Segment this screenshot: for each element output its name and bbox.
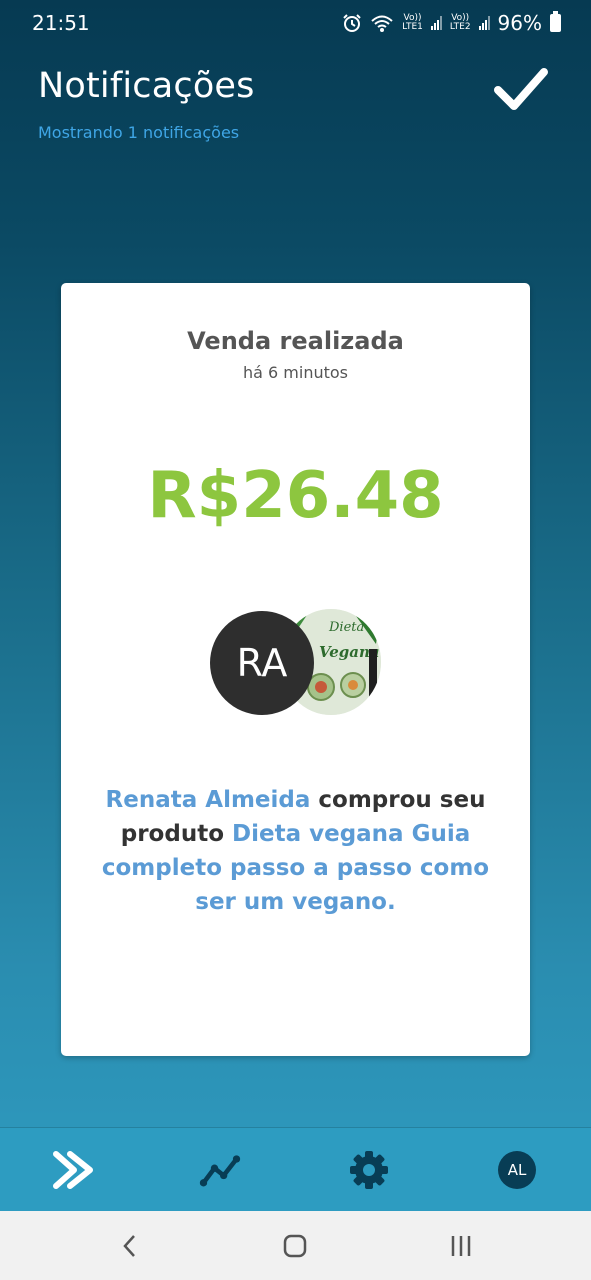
trend-line-icon [199,1155,241,1187]
notification-card[interactable]: Venda realizada há 6 minutos R$26.48 Die… [61,283,530,1056]
nav-notifications[interactable] [52,1148,96,1192]
wifi-icon [371,15,393,32]
confirm-button[interactable] [492,64,550,114]
sim1-label: Vo)) LTE1 [402,13,423,32]
signal-icon [430,16,442,30]
nav-analytics[interactable] [198,1148,242,1192]
battery-icon [550,11,561,32]
home-button[interactable] [275,1231,315,1261]
user-avatar: AL [498,1151,536,1189]
back-button[interactable] [110,1231,150,1261]
notification-message: Renata Almeida comprou seu produto Dieta… [81,783,510,919]
svg-text:Dieta: Dieta [328,620,364,635]
status-bar: 21:51 Vo)) LTE1 Vo)) LTE2 96% [0,0,591,46]
signal-icon [478,16,490,30]
status-time: 21:51 [32,11,90,35]
notification-count: Mostrando 1 notificações [38,123,240,142]
recents-icon [451,1236,471,1256]
recents-button[interactable] [441,1231,481,1261]
page-title: Notificações [38,66,255,106]
battery-level: 96% [497,11,542,35]
gear-icon [350,1151,388,1189]
bottom-nav: AL [0,1127,591,1211]
nav-settings[interactable] [347,1148,391,1192]
notification-time: há 6 minutos [242,363,348,382]
nav-profile[interactable]: AL [495,1148,539,1192]
check-icon [494,68,548,110]
back-icon [123,1235,135,1257]
buyer-name[interactable]: Renata Almeida [106,787,311,813]
alarm-icon [343,14,361,32]
app-screen: 21:51 Vo)) LTE1 Vo)) LTE2 96% Notificaçõ… [0,0,591,1211]
status-icons: Vo)) LTE1 Vo)) LTE2 96% [342,11,561,35]
double-chevron-icon [53,1151,93,1189]
system-nav-bar [0,1211,591,1280]
sim2-label: Vo)) LTE2 [449,13,471,32]
sale-amount: R$26.48 [147,459,444,533]
buyer-avatar: RA [210,611,314,715]
notification-title: Venda realizada [187,327,404,355]
home-icon [283,1234,307,1258]
